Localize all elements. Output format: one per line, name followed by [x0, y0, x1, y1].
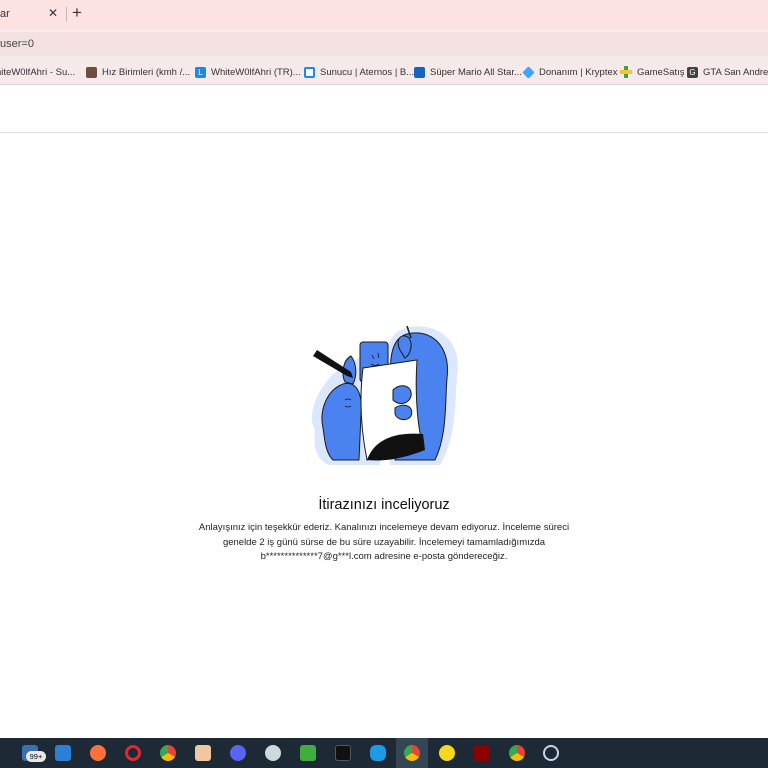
- letter-l-icon: L: [195, 66, 206, 78]
- tab-separator: [66, 7, 67, 22]
- bookmark-item[interactable]: Süper Mario All Star...: [414, 65, 522, 79]
- bookmark-item[interactable]: Hız Birimleri (kmh /...: [86, 65, 190, 79]
- review-illustration: [311, 325, 458, 465]
- controller-icon[interactable]: [370, 745, 386, 761]
- bookmark-item[interactable]: GameSatış: [620, 65, 685, 79]
- letter-g-icon: G: [687, 66, 698, 78]
- bookmark-item[interactable]: Sunucu | Aternos | B...: [304, 65, 414, 79]
- bookmark-label: Donanım | Kryptex: [539, 66, 618, 78]
- bookmark-item[interactable]: L WhiteW0lfAhri (TR)...: [195, 65, 301, 79]
- bookmark-label: GTA San Andreas: [703, 66, 768, 78]
- epic-games-icon[interactable]: [335, 745, 351, 761]
- discord-icon[interactable]: [230, 745, 246, 761]
- tab-title: ar: [0, 8, 10, 20]
- bookmark-label: GameSatış: [637, 66, 685, 78]
- bookmark-item[interactable]: Donanım | Kryptex: [522, 65, 618, 79]
- app-header: [0, 85, 768, 133]
- tab-close-icon[interactable]: ✕: [48, 6, 58, 20]
- browser-tab[interactable]: ar ✕: [0, 0, 66, 29]
- anime-app-icon[interactable]: [195, 745, 211, 761]
- os-taskbar: [0, 738, 768, 768]
- bookmark-label: WhiteW0lfAhri (TR)...: [211, 66, 301, 78]
- main-content: İtirazınızı inceliyoruz Anlayışınız için…: [0, 134, 768, 738]
- plus-gamesatis-icon: [620, 66, 632, 78]
- minecraft-icon[interactable]: [300, 745, 316, 761]
- browser-toolbar: user=0: [0, 29, 768, 59]
- bookmark-label: hiteW0lfAhri - Su...: [0, 66, 76, 78]
- steam-icon[interactable]: [543, 745, 559, 761]
- chrome-active-icon[interactable]: [404, 745, 420, 761]
- bookmark-item[interactable]: G GTA San Andreas: [687, 65, 768, 79]
- new-tab-button[interactable]: +: [72, 3, 82, 23]
- browser-tab-strip: ar ✕ +: [0, 0, 768, 29]
- address-bar[interactable]: user=0: [0, 32, 768, 56]
- url-text: user=0: [0, 38, 34, 50]
- yellow-app-icon[interactable]: [439, 745, 455, 761]
- page-description: Anlayışınız için teşekkür ederiz. Kanalı…: [198, 522, 570, 562]
- store-icon[interactable]: [55, 745, 71, 761]
- bookmark-label: Hız Birimleri (kmh /...: [102, 66, 191, 78]
- bookmarks-bar: hiteW0lfAhri - Su... Hız Birimleri (kmh …: [0, 59, 768, 85]
- firefox-icon[interactable]: [90, 745, 106, 761]
- valorant-icon[interactable]: [474, 745, 490, 761]
- speed-units-icon: [86, 66, 97, 78]
- chrome-profile-icon[interactable]: [509, 745, 525, 761]
- bookmark-item[interactable]: hiteW0lfAhri - Su...: [0, 65, 75, 79]
- chrome-icon[interactable]: [160, 745, 176, 761]
- bookmark-label: Süper Mario All Star...: [430, 66, 522, 78]
- diamond-icon: [522, 65, 535, 79]
- aternos-icon: [304, 66, 315, 78]
- opera-icon[interactable]: [125, 745, 141, 761]
- notification-badge: 99+: [26, 751, 46, 762]
- mario-icon: [414, 66, 425, 78]
- game-app-icon[interactable]: [265, 745, 281, 761]
- bookmark-label: Sunucu | Aternos | B...: [320, 66, 415, 78]
- page-title: İtirazınızı inceliyoruz: [318, 497, 450, 513]
